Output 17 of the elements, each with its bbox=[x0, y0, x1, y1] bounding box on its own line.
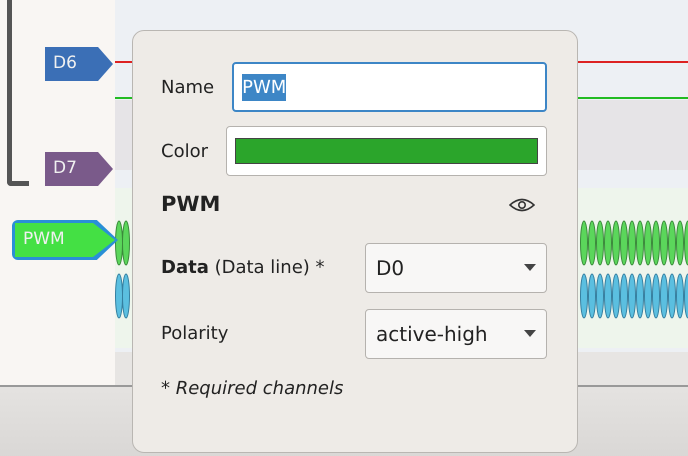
field-label: Color bbox=[161, 140, 208, 164]
required-note: * Required channels bbox=[161, 376, 344, 400]
channel-label[interactable]: D7 bbox=[45, 152, 113, 186]
option-dropdown[interactable]: active-high bbox=[365, 308, 547, 358]
channel-label[interactable]: D6 bbox=[45, 47, 113, 81]
option-dropdown[interactable]: D0 bbox=[365, 242, 547, 292]
decoder-title: PWM bbox=[161, 191, 220, 218]
option-label: Data (Data line) * bbox=[161, 256, 325, 280]
pulse-edges-drawing bbox=[115, 274, 130, 318]
option-label: Polarity bbox=[161, 322, 228, 346]
field-label: Name bbox=[161, 76, 214, 100]
caret-icon bbox=[524, 264, 536, 271]
pulse-edges-drawing bbox=[115, 220, 130, 266]
caret-icon bbox=[524, 330, 536, 337]
eye-icon[interactable] bbox=[509, 196, 535, 213]
name-field[interactable]: PWM bbox=[232, 62, 547, 112]
color-swatch[interactable] bbox=[235, 138, 538, 164]
